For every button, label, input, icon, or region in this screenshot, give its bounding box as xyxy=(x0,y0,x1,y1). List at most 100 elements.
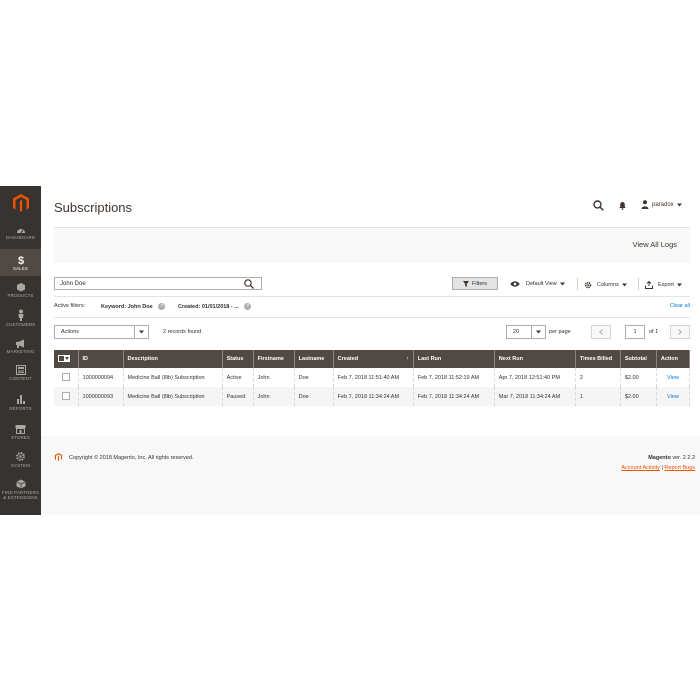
view-link[interactable]: View xyxy=(667,394,679,400)
page-title: Subscriptions xyxy=(54,200,133,215)
cell-lastname: Doe xyxy=(294,387,334,406)
sidebar-item-system[interactable]: SYSTEM xyxy=(0,451,41,468)
store-icon xyxy=(15,425,26,434)
caret-down-icon xyxy=(676,203,682,206)
caret-down-icon xyxy=(536,330,541,334)
cell-description: Medicine Ball (8lb) Subscription xyxy=(123,387,223,406)
sidebar-item-label: CONTENT xyxy=(9,376,32,381)
dollar-icon: $ xyxy=(17,255,23,265)
table-header-row: ID Description Status Firstname Lastname… xyxy=(54,350,691,368)
table-row[interactable]: 1000000094 Medicine Ball (8lb) Subscript… xyxy=(54,368,691,387)
column-header-created[interactable]: Created ↑ xyxy=(333,350,414,368)
mass-select-checkbox[interactable] xyxy=(58,355,70,362)
sidebar-item-content[interactable]: CONTENT xyxy=(0,365,41,381)
cell-subtotal: $2.00 xyxy=(620,387,657,406)
view-link[interactable]: View xyxy=(667,375,679,381)
default-view-dropdown[interactable]: Default View xyxy=(510,281,565,287)
remove-filter-icon[interactable]: × xyxy=(244,303,252,310)
filters-button[interactable]: Filters xyxy=(452,277,498,290)
page-footer: Copyright © 2018 Magento, Inc. All right… xyxy=(41,436,700,515)
mass-actions-select[interactable]: Actions xyxy=(54,325,149,339)
search-icon[interactable] xyxy=(244,279,254,289)
copyright-text: Copyright © 2018 Magento, Inc. All right… xyxy=(69,455,194,461)
brand-name: Magento xyxy=(648,455,671,461)
main-content: Subscriptions paradox View All Logs John… xyxy=(41,186,700,515)
search-value: John Doe xyxy=(60,281,86,287)
keyword-search-input[interactable]: John Doe xyxy=(54,277,262,290)
search-icon[interactable] xyxy=(593,200,604,211)
sidebar-item-label: SALES xyxy=(12,266,28,271)
cell-firstname: John xyxy=(253,368,295,387)
sidebar-item-dashboard[interactable]: DASHBOARD xyxy=(0,226,41,240)
page-number-input[interactable]: 1 xyxy=(625,325,645,339)
person-icon xyxy=(18,309,23,321)
export-label: Export xyxy=(658,282,674,288)
columns-dropdown[interactable]: Columns xyxy=(584,281,627,289)
magento-logo[interactable] xyxy=(11,193,31,213)
version-text: ver. 2.2.2 xyxy=(670,455,695,461)
cell-created: Feb 7, 2018 11:51:40 AM xyxy=(333,368,414,387)
chevron-right-icon xyxy=(678,329,682,335)
bar-chart-icon xyxy=(16,395,25,404)
report-bugs-link[interactable]: Report Bugs xyxy=(664,465,695,471)
view-all-logs-button[interactable]: View All Logs xyxy=(633,240,677,249)
cell-created: Feb 7, 2018 11:34:24 AM xyxy=(333,387,414,406)
cell-times-billed: 1 xyxy=(575,387,621,406)
column-header-lastname[interactable]: Lastname xyxy=(294,350,334,368)
dashboard-icon xyxy=(16,229,25,234)
sidebar-item-label: PRODUCTS xyxy=(7,293,34,298)
caret-down-icon xyxy=(621,283,627,287)
select-arrow xyxy=(531,326,545,338)
row-checkbox[interactable] xyxy=(61,391,70,400)
column-header-description[interactable]: Description xyxy=(123,350,223,368)
prev-page-button[interactable] xyxy=(591,325,611,339)
clear-all-link[interactable]: Clear all xyxy=(670,303,690,309)
caret-down-icon xyxy=(676,283,682,287)
footer-links: Account Activity | Report Bugs xyxy=(621,465,695,471)
sidebar-item-label: CUSTOMERS xyxy=(5,322,36,327)
sidebar-item-label: & EXTENSIONS xyxy=(3,495,38,500)
column-header-subtotal[interactable]: Subtotal xyxy=(620,350,657,368)
export-dropdown[interactable]: Export xyxy=(645,281,682,289)
table-row[interactable]: 1000000093 Medicine Ball (8lb) Subscript… xyxy=(54,387,691,406)
caret-down-icon xyxy=(139,330,144,334)
sidebar-item-customers[interactable]: CUSTOMERS xyxy=(0,309,41,327)
remove-filter-icon[interactable]: × xyxy=(158,303,166,310)
mass-select-header[interactable] xyxy=(54,350,79,368)
caret-down-icon xyxy=(559,282,565,286)
sidebar-item-products[interactable]: PRODUCTS xyxy=(0,282,41,298)
megaphone-icon xyxy=(16,339,24,348)
column-header-action: Action xyxy=(656,350,691,368)
per-page-select[interactable]: 20 xyxy=(506,325,546,339)
gear-icon xyxy=(16,452,25,461)
column-header-firstname[interactable]: Firstname xyxy=(253,350,295,368)
column-header-next-run[interactable]: Next Run xyxy=(494,350,576,368)
cell-last-run: Feb 7, 2018 11:52:19 AM xyxy=(413,368,495,387)
column-header-last-run[interactable]: Last Run xyxy=(413,350,495,368)
version-info: Magento ver. 2.2.2 xyxy=(648,455,695,461)
row-checkbox[interactable] xyxy=(61,372,70,381)
chevron-left-icon xyxy=(599,329,603,335)
user-menu[interactable]: paradox xyxy=(641,200,682,209)
select-arrow xyxy=(134,326,148,338)
next-page-button[interactable] xyxy=(670,325,690,339)
bell-icon[interactable] xyxy=(618,201,627,210)
chip-name: Created: xyxy=(178,303,201,310)
caret-down-icon xyxy=(65,357,69,360)
sidebar-item-marketing[interactable]: MARKETING xyxy=(0,339,41,354)
sidebar-item-stores[interactable]: STORES xyxy=(0,424,41,440)
per-page-value: 20 xyxy=(513,329,520,335)
column-header-id[interactable]: ID xyxy=(78,350,124,368)
column-header-times-billed[interactable]: Times Billed xyxy=(575,350,621,368)
cell-subtotal: $2.00 xyxy=(620,368,657,387)
actions-label: Actions xyxy=(61,329,80,335)
layout-icon xyxy=(15,365,26,375)
sidebar-item-reports[interactable]: REPORTS xyxy=(0,394,41,411)
column-header-status[interactable]: Status xyxy=(222,350,254,368)
filter-chip-keyword: Keyword: John Doe × xyxy=(101,303,166,310)
sidebar-item-find-partners[interactable]: FIND PARTNERS & EXTENSIONS xyxy=(0,479,41,500)
user-name: paradox xyxy=(652,201,674,208)
sidebar-item-sales[interactable]: $ SALES xyxy=(0,249,41,276)
account-activity-link[interactable]: Account Activity xyxy=(621,465,660,471)
page-actions-bar: View All Logs xyxy=(54,227,690,263)
